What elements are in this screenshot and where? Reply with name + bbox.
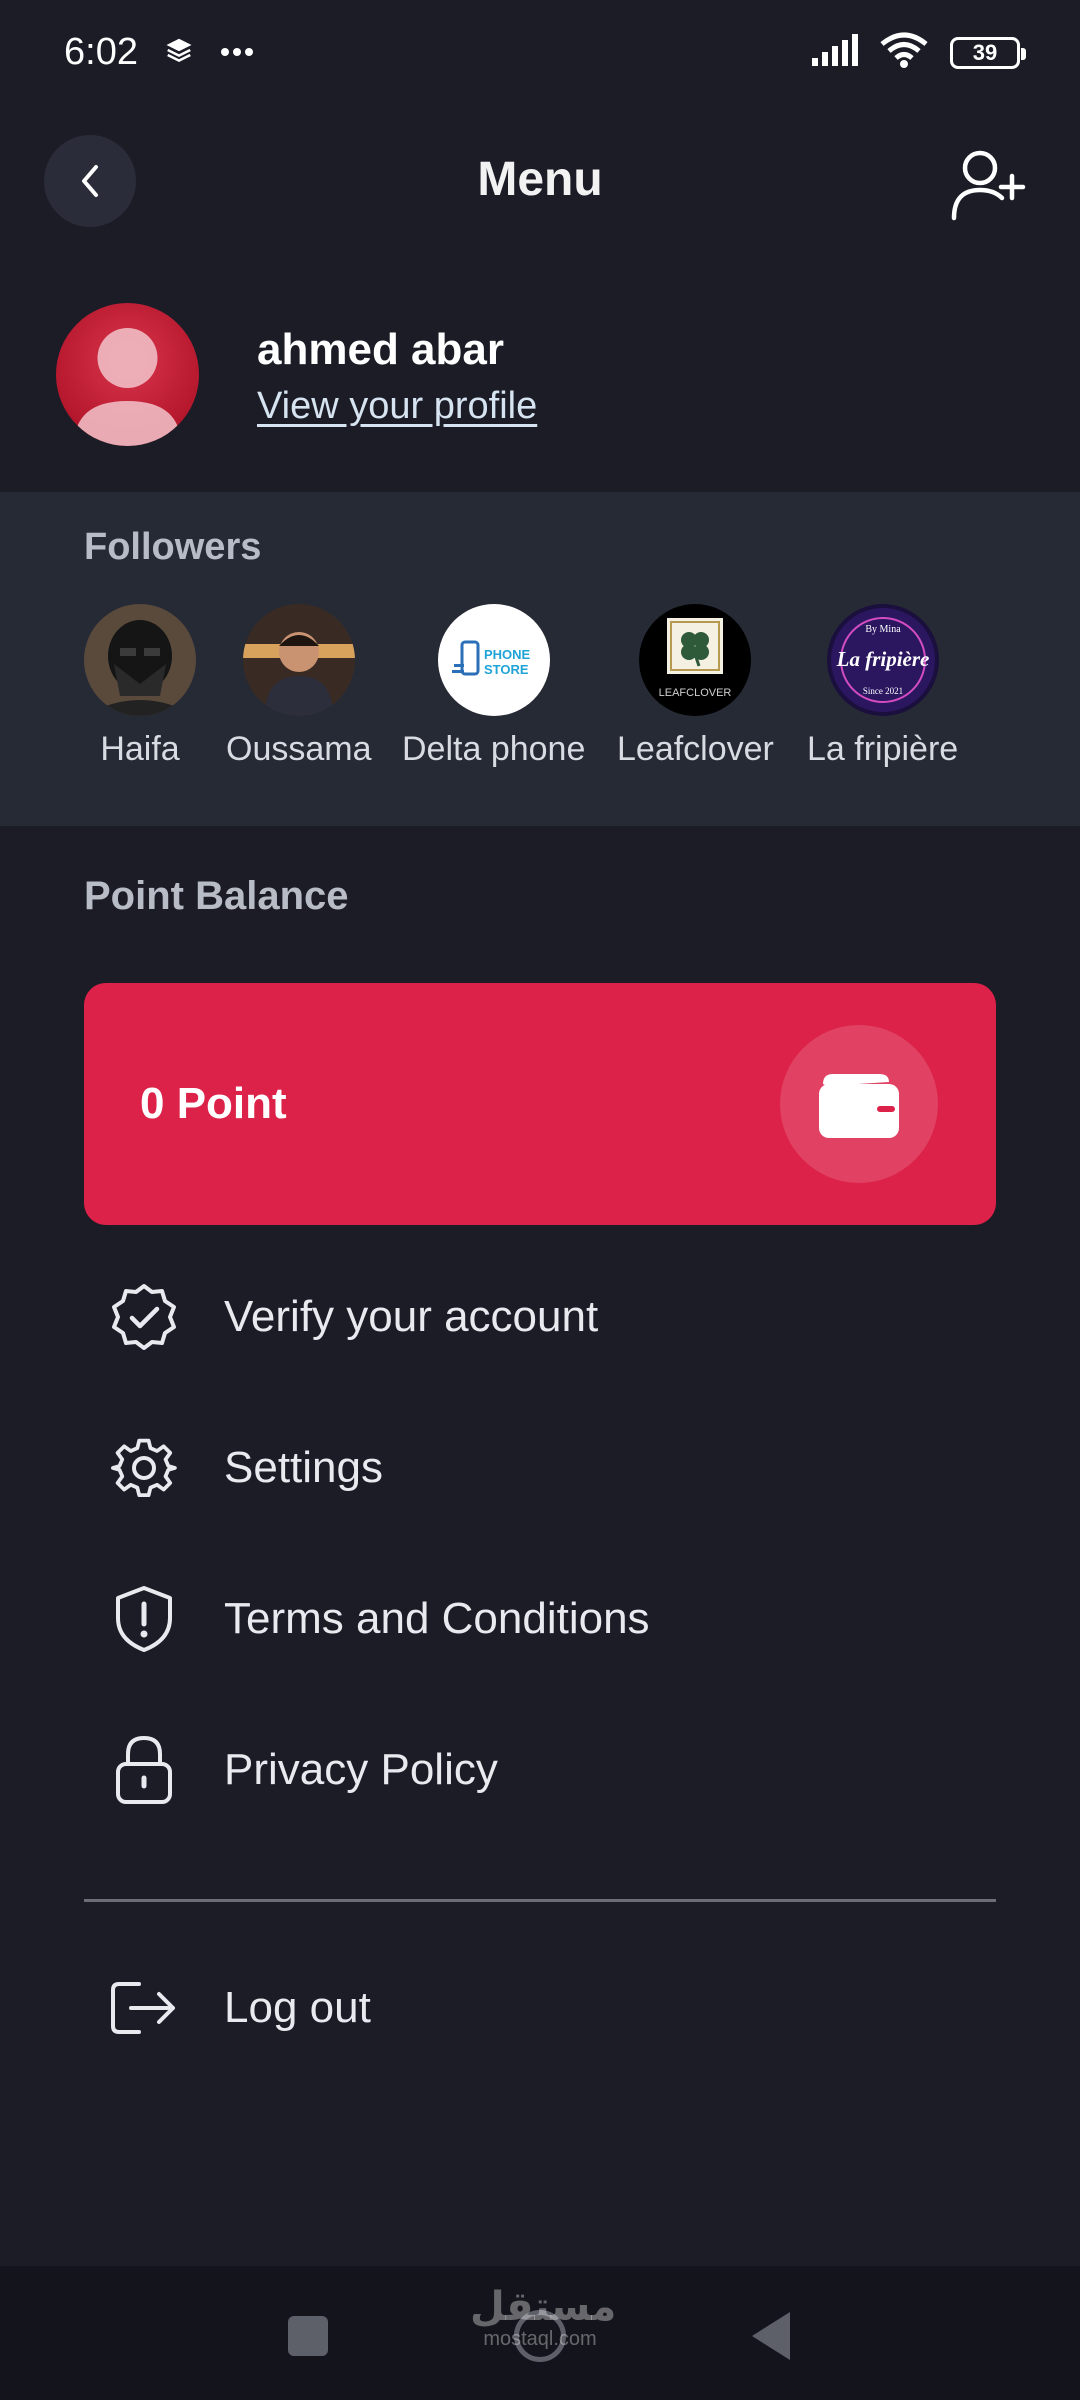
menu-label-verify: Verify your account	[224, 1292, 599, 1341]
delta-logo-line2: STORE	[484, 662, 529, 677]
recent-apps-button[interactable]	[288, 2316, 328, 2356]
followers-title: Followers	[84, 526, 262, 568]
menu-label-privacy: Privacy Policy	[224, 1745, 498, 1794]
add-user-button[interactable]	[946, 142, 1030, 226]
status-bar: 6:02 39	[0, 0, 1080, 105]
menu-item-privacy[interactable]: Privacy Policy	[84, 1715, 996, 1825]
watermark-arabic: مستقل	[470, 2285, 617, 2329]
fripiere-logo-top: By Mina	[865, 624, 901, 635]
menu-label-settings: Settings	[224, 1443, 383, 1492]
menu-item-verify[interactable]: Verify your account	[84, 1262, 996, 1372]
watermark: مستقل mostaql.com	[470, 2285, 617, 2351]
follower-item[interactable]: Haifa	[84, 604, 196, 769]
follower-item[interactable]: LEAFCLOVER Leafclover	[617, 604, 774, 769]
profile-name: ahmed abar	[257, 325, 504, 374]
logout-icon	[102, 1966, 186, 2050]
delta-logo-line1: PHONE	[484, 647, 531, 662]
follower-name: Oussama	[226, 730, 372, 768]
add-user-icon	[951, 150, 1026, 221]
follower-avatar[interactable]	[242, 604, 355, 716]
fripiere-logo-bottom: Since 2021	[862, 686, 902, 696]
status-right: 39	[812, 32, 1026, 73]
avatar[interactable]	[56, 303, 199, 446]
menu-label-logout: Log out	[224, 1983, 371, 2032]
shield-alert-icon	[102, 1577, 186, 1661]
more-notifications-icon	[220, 44, 254, 62]
follower-avatar[interactable]: By Mina La fripière Since 2021	[826, 604, 939, 716]
followers-section: Followers Haifa Oussama PHONE STORE Delt…	[0, 492, 1080, 826]
gear-icon	[102, 1426, 186, 1510]
system-nav-bar: مستقل mostaql.com	[0, 2266, 1080, 2400]
leafclover-logo-text: LEAFCLOVER	[659, 687, 732, 699]
profile-section[interactable]: ahmed abar View your profile	[0, 295, 1080, 490]
menu-item-terms[interactable]: Terms and Conditions	[84, 1564, 996, 1674]
follower-item[interactable]: Oussama	[226, 604, 372, 769]
status-time: 6:02	[64, 31, 138, 73]
wifi-icon	[880, 32, 928, 73]
divider	[84, 1899, 996, 1902]
points-value: 0 Point	[140, 1079, 287, 1128]
signal-icon	[812, 34, 858, 71]
page-title: Menu	[477, 153, 603, 206]
follower-name: Haifa	[100, 730, 180, 768]
system-back-button[interactable]	[752, 2312, 790, 2360]
follower-name: La fripière	[807, 730, 959, 768]
wallet-icon	[819, 1074, 899, 1138]
follower-name: Leafclover	[617, 730, 774, 768]
menu-item-settings[interactable]: Settings	[84, 1413, 996, 1523]
header: Menu	[0, 130, 1080, 240]
point-balance-title: Point Balance	[84, 874, 349, 918]
view-profile-link[interactable]: View your profile	[257, 385, 537, 428]
fripiere-logo-main: La fripière	[835, 647, 929, 671]
verified-badge-icon	[102, 1275, 186, 1359]
battery-icon: 39	[950, 36, 1026, 69]
status-left: 6:02	[64, 31, 254, 74]
wallet-button[interactable]	[780, 1025, 938, 1183]
follower-avatar[interactable]: PHONE STORE	[437, 604, 550, 716]
lock-icon	[102, 1728, 186, 1812]
follower-item[interactable]: By Mina La fripière Since 2021 La fripiè…	[807, 604, 958, 769]
follower-avatar[interactable]: LEAFCLOVER	[639, 604, 752, 716]
follower-avatar[interactable]	[84, 604, 196, 716]
follower-item[interactable]: PHONE STORE Delta phone	[402, 604, 585, 769]
menu-item-logout[interactable]: Log out	[84, 1953, 996, 2063]
user-placeholder-icon	[74, 328, 181, 446]
menu-label-terms: Terms and Conditions	[224, 1594, 650, 1643]
follower-name: Delta phone	[402, 730, 586, 768]
watermark-latin: mostaql.com	[483, 2328, 597, 2350]
layers-icon	[164, 35, 194, 70]
points-card[interactable]: 0 Point	[84, 983, 996, 1225]
